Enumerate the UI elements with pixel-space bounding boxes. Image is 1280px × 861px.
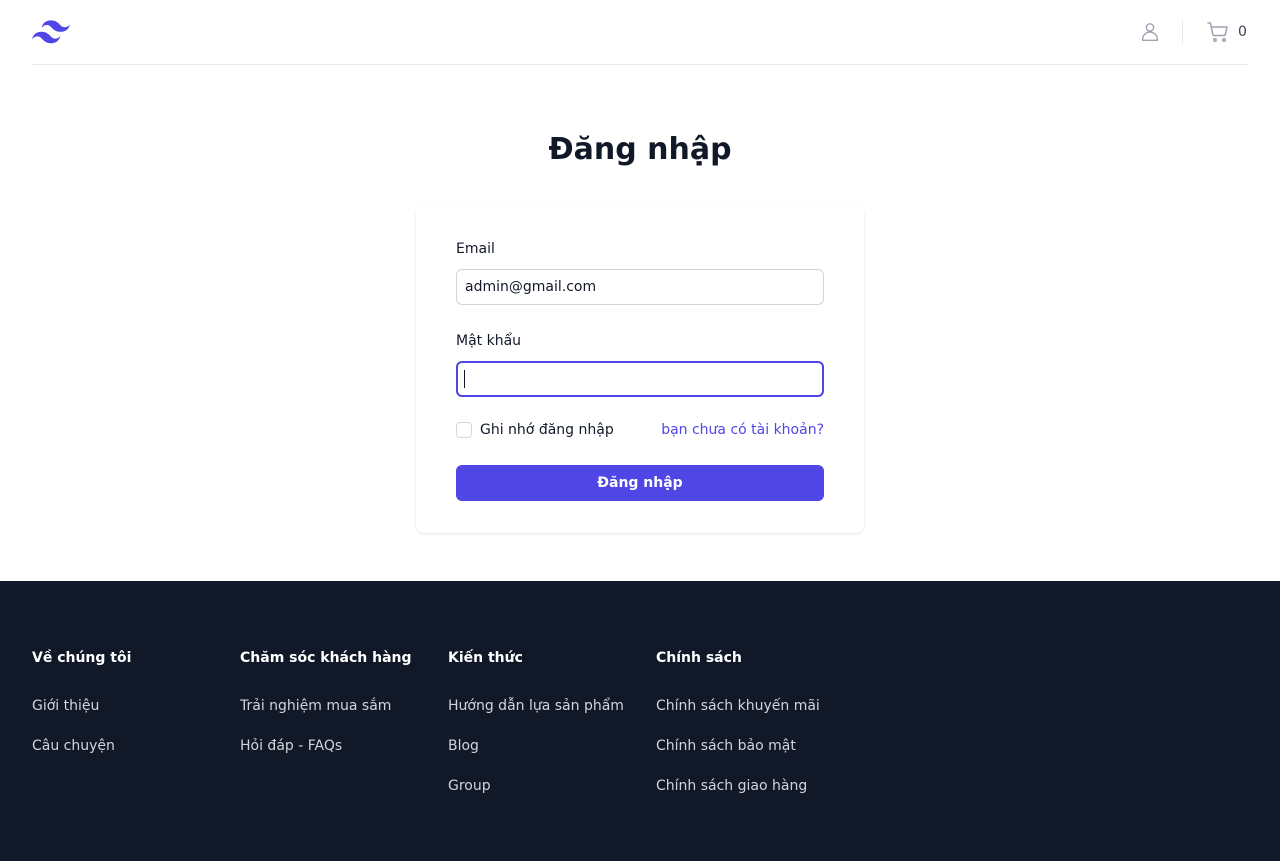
footer-link[interactable]: Group: [448, 776, 648, 796]
footer-link[interactable]: Blog: [448, 736, 648, 756]
email-field[interactable]: [456, 269, 824, 305]
page-title: Đăng nhập: [548, 132, 732, 167]
footer-column-title: Về chúng tôi: [32, 650, 132, 666]
password-field[interactable]: [456, 361, 824, 397]
cart-count: 0: [1238, 24, 1247, 40]
footer-link[interactable]: Chính sách bảo mật: [656, 736, 856, 756]
email-label: Email: [456, 241, 495, 257]
cart-button[interactable]: 0: [1206, 19, 1247, 45]
shopping-cart-icon: [1207, 22, 1228, 42]
footer-link[interactable]: Trải nghiệm mua sắm: [240, 696, 440, 716]
footer-column-about: Về chúng tôi Giới thiệu Câu chuyện: [32, 648, 232, 776]
footer-column-title: Kiến thức: [448, 650, 523, 666]
logo[interactable]: [32, 19, 70, 45]
footer-column-customer-care: Chăm sóc khách hàng Trải nghiệm mua sắm …: [240, 648, 440, 776]
footer-column-knowledge: Kiến thức Hướng dẫn lựa sản phẩm Blog Gr…: [448, 648, 648, 816]
footer-link[interactable]: Câu chuyện: [32, 736, 232, 756]
remember-me[interactable]: Ghi nhớ đăng nhập: [456, 422, 614, 438]
text-caret: [464, 370, 465, 388]
site-footer: Về chúng tôi Giới thiệu Câu chuyện Chăm …: [0, 581, 1280, 861]
password-label: Mật khẩu: [456, 333, 522, 349]
footer-column-policy: Chính sách Chính sách khuyến mãi Chính s…: [656, 648, 856, 816]
footer-link[interactable]: Chính sách khuyến mãi: [656, 696, 856, 716]
header-divider: [1182, 20, 1183, 44]
remember-checkbox[interactable]: [456, 422, 472, 438]
account-button[interactable]: [1136, 19, 1164, 45]
footer-column-title: Chăm sóc khách hàng: [240, 650, 412, 666]
login-card: Email Mật khẩu Ghi nhớ đăng nhập bạn chư…: [416, 205, 864, 533]
footer-link[interactable]: Giới thiệu: [32, 696, 232, 716]
remember-label: Ghi nhớ đăng nhập: [480, 422, 614, 438]
login-submit-button[interactable]: Đăng nhập: [456, 465, 824, 501]
footer-column-title: Chính sách: [656, 650, 742, 666]
tailwind-wave-logo-icon: [32, 20, 70, 44]
footer-link[interactable]: Hỏi đáp - FAQs: [240, 736, 440, 756]
footer-link[interactable]: Chính sách giao hàng: [656, 776, 856, 796]
register-link[interactable]: bạn chưa có tài khoản?: [661, 422, 824, 438]
footer-link[interactable]: Hướng dẫn lựa sản phẩm: [448, 696, 648, 716]
site-header: 0: [32, 0, 1248, 65]
user-icon: [1141, 23, 1159, 41]
